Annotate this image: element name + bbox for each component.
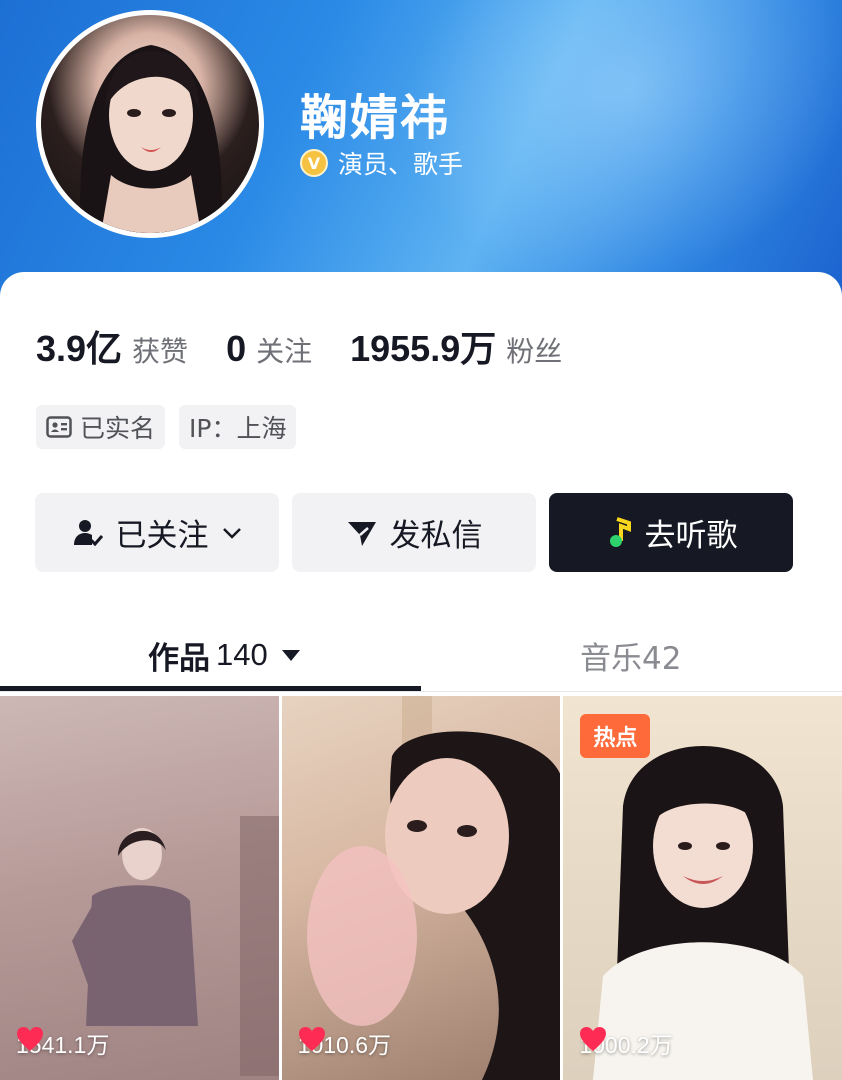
content-tabs: 作品 140 音乐42 bbox=[0, 628, 842, 694]
stat-following-label: 关注 bbox=[256, 335, 313, 368]
profile-card: 3.9亿 获赞 0 关注 1955.9万 粉丝 已实名 IP：上海 已关注 发私… bbox=[0, 272, 842, 1080]
video-likes: 1541.1万 bbox=[16, 1026, 109, 1060]
chevron-down-icon bbox=[222, 527, 241, 539]
following-label: 已关注 bbox=[115, 518, 209, 554]
verified-title: 演员、歌手 bbox=[338, 150, 464, 179]
stat-followers[interactable]: 1955.9万 粉丝 bbox=[350, 320, 562, 372]
listen-label: 去听歌 bbox=[644, 518, 738, 554]
caret-down-icon[interactable] bbox=[280, 647, 302, 663]
listen-button[interactable]: 去听歌 bbox=[549, 493, 793, 572]
message-label: 发私信 bbox=[389, 518, 483, 554]
profile-header: 鞠婧祎 V 演员、歌手 bbox=[0, 0, 842, 300]
video-grid: 1541.1万 1010.6万 热点 1000.2万 bbox=[0, 696, 842, 1080]
profile-name: 鞠婧祎 bbox=[300, 90, 451, 146]
stat-likes-label: 获赞 bbox=[132, 335, 189, 368]
send-icon bbox=[347, 521, 376, 546]
tab-music-label: 音乐42 bbox=[580, 640, 682, 677]
tab-works-count: 140 bbox=[216, 637, 268, 672]
realname-label: 已实名 bbox=[80, 414, 156, 443]
stat-following-value: 0 bbox=[226, 328, 247, 369]
id-card-icon bbox=[46, 416, 72, 438]
video-likes: 1000.2万 bbox=[579, 1026, 673, 1060]
following-button[interactable]: 已关注 bbox=[35, 493, 279, 572]
video-likes: 1010.6万 bbox=[298, 1026, 391, 1060]
stat-following[interactable]: 0 关注 bbox=[226, 328, 312, 370]
tab-works[interactable]: 作品 140 bbox=[148, 628, 302, 682]
video-thumbnail[interactable]: 热点 1000.2万 bbox=[563, 696, 842, 1080]
ip-label: IP：上海 bbox=[189, 414, 287, 443]
video-thumbnail[interactable]: 1010.6万 bbox=[281, 696, 561, 1080]
avatar[interactable] bbox=[36, 10, 264, 238]
info-chips: 已实名 IP：上海 bbox=[36, 405, 297, 449]
stat-likes[interactable]: 3.9亿 获赞 bbox=[36, 320, 188, 372]
verification-row: V 演员、歌手 bbox=[300, 145, 463, 181]
ip-chip: IP：上海 bbox=[179, 405, 297, 449]
thumbnail-image-2 bbox=[306, 696, 561, 1080]
video-thumbnail[interactable]: 1541.1万 bbox=[0, 696, 279, 1080]
verified-v-icon: V bbox=[300, 149, 328, 177]
heart-icon bbox=[298, 1027, 325, 1051]
stats-row: 3.9亿 获赞 0 关注 1955.9万 粉丝 bbox=[36, 320, 600, 372]
stat-followers-value: 1955.9万 bbox=[350, 328, 497, 369]
music-note-icon bbox=[609, 516, 631, 547]
stat-likes-value: 3.9亿 bbox=[36, 328, 123, 369]
realname-chip: 已实名 bbox=[36, 405, 166, 449]
message-button[interactable]: 发私信 bbox=[292, 493, 536, 572]
avatar-portrait bbox=[80, 45, 222, 233]
heart-icon bbox=[580, 1027, 607, 1051]
hot-badge: 热点 bbox=[580, 714, 651, 758]
heart-icon bbox=[17, 1027, 43, 1051]
stat-followers-label: 粉丝 bbox=[506, 335, 563, 368]
tab-works-label: 作品 bbox=[148, 640, 210, 677]
user-check-icon bbox=[73, 519, 103, 546]
action-buttons: 已关注 发私信 去听歌 bbox=[35, 493, 793, 572]
tab-divider bbox=[0, 691, 842, 692]
tab-music[interactable]: 音乐42 bbox=[580, 628, 681, 682]
thumbnail-image-1 bbox=[72, 816, 279, 1076]
